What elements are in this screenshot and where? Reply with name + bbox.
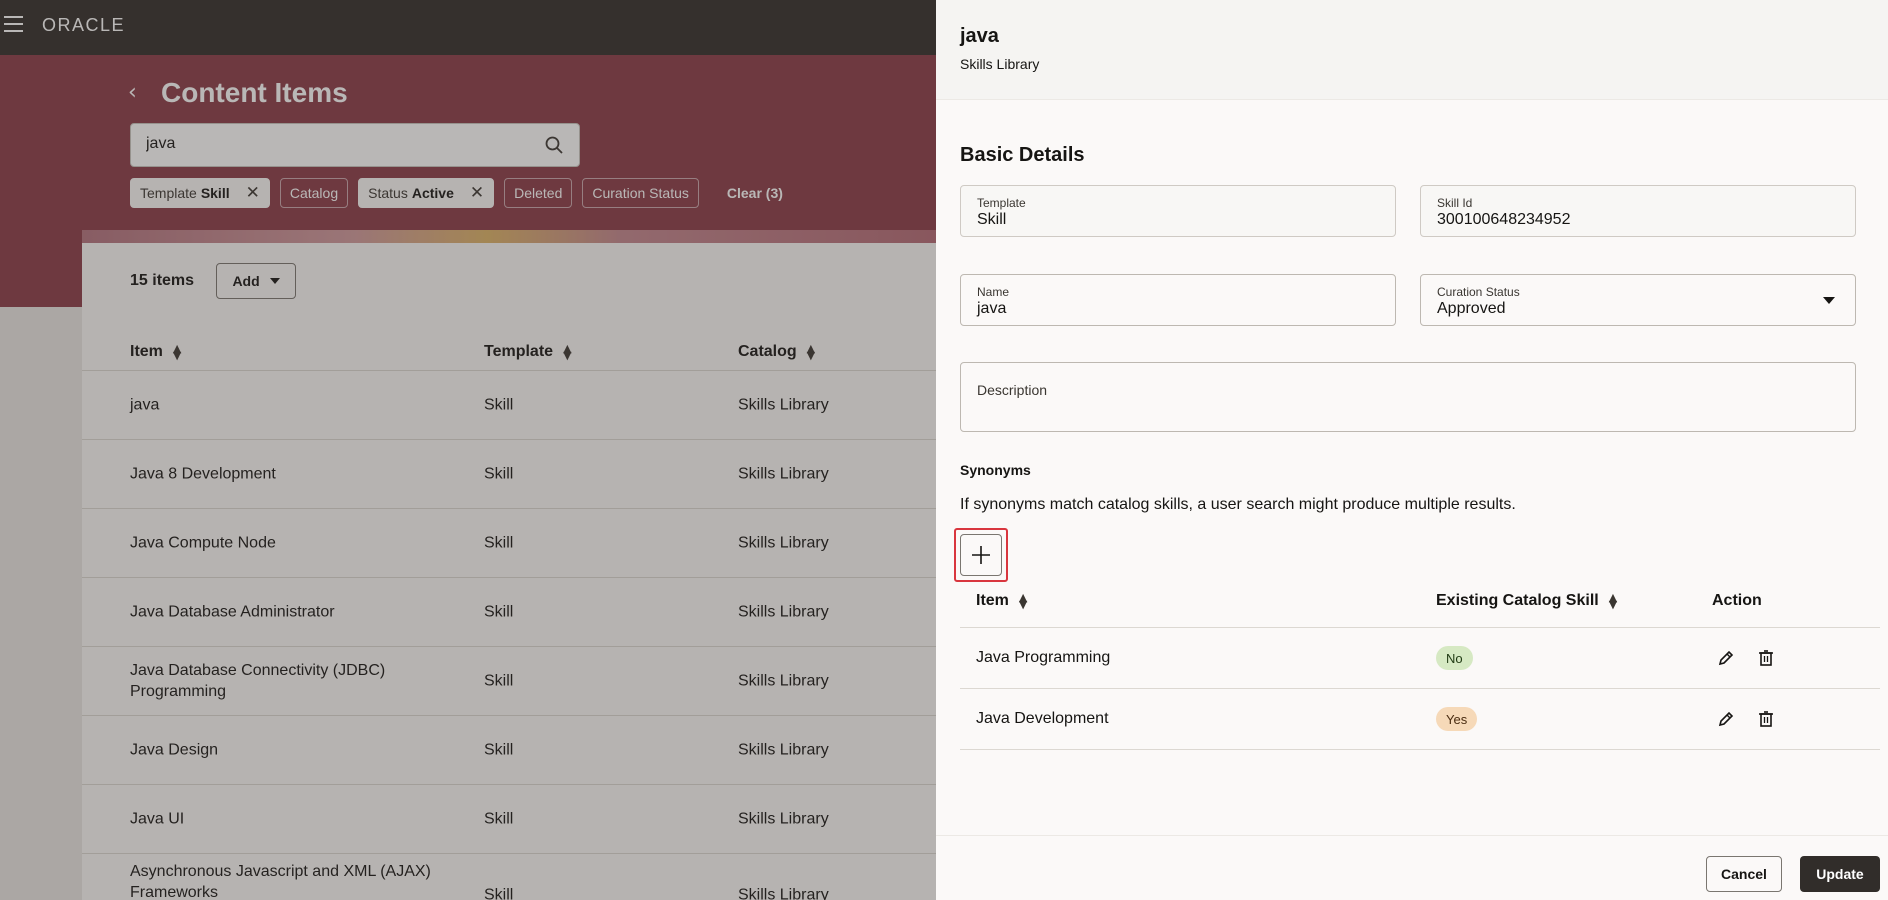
delete-trash-icon[interactable] [1756, 648, 1776, 668]
column-label: Item [976, 592, 1009, 609]
update-button[interactable]: Update [1800, 856, 1880, 892]
drawer-header: java Skills Library [936, 0, 1888, 100]
name-field[interactable]: Name java [960, 274, 1396, 326]
field-label: Description [977, 382, 1048, 398]
field-label: Name [977, 285, 1010, 299]
column-header-item[interactable]: Item ▲ ▼ [976, 592, 1027, 610]
edit-pencil-icon[interactable] [1716, 709, 1736, 729]
drawer-footer: Cancel Update [936, 835, 1888, 900]
synonyms-help-text: If synonyms match catalog skills, a user… [960, 496, 1516, 513]
add-synonym-button[interactable] [960, 534, 1002, 576]
column-header-action: Action [1712, 592, 1762, 610]
skill-detail-drawer: java Skills Library Basic Details Templa… [936, 0, 1888, 900]
status-badge: Yes [1436, 707, 1478, 731]
template-field: Template Skill [960, 185, 1396, 237]
synonyms-title: Synonyms [960, 462, 1031, 478]
field-label: Template [977, 196, 1026, 210]
sort-icon[interactable]: ▲ ▼ [1019, 592, 1027, 610]
plus-icon [972, 546, 990, 564]
drawer-subtitle: Skills Library [960, 56, 1040, 72]
drawer-title: java [960, 25, 999, 47]
table-row: Java Development Yes [960, 689, 1880, 750]
field-value: 300100648234952 [1437, 211, 1571, 228]
cancel-button[interactable]: Cancel [1706, 856, 1782, 892]
synonym-item: Java Development [976, 710, 1109, 727]
synonym-item: Java Programming [976, 649, 1111, 666]
column-label: Action [1712, 592, 1762, 609]
edit-pencil-icon[interactable] [1716, 648, 1736, 668]
column-label: Existing Catalog Skill [1436, 592, 1599, 609]
skill-id-field: Skill Id 300100648234952 [1420, 185, 1856, 237]
modal-scrim[interactable] [0, 0, 936, 900]
chevron-down-icon[interactable] [1823, 297, 1835, 304]
synonyms-table-header: Item ▲ ▼ Existing Catalog Skill ▲ ▼ Action [960, 583, 1880, 628]
field-value: Skill [977, 211, 1007, 228]
curation-status-select[interactable]: Curation Status Approved [1420, 274, 1856, 326]
description-field[interactable]: Description [960, 362, 1856, 432]
delete-trash-icon[interactable] [1756, 709, 1776, 729]
field-label: Curation Status [1437, 285, 1520, 299]
section-title: Basic Details [960, 144, 1085, 166]
selected-value: Approved [1437, 300, 1506, 317]
sort-icon[interactable]: ▲ ▼ [1609, 592, 1617, 610]
table-row: Java Programming No [960, 628, 1880, 689]
column-header-existing-skill[interactable]: Existing Catalog Skill ▲ ▼ [1436, 592, 1617, 610]
status-badge: No [1436, 646, 1473, 670]
field-label: Skill Id [1437, 196, 1473, 210]
name-input[interactable]: java [977, 300, 1006, 318]
